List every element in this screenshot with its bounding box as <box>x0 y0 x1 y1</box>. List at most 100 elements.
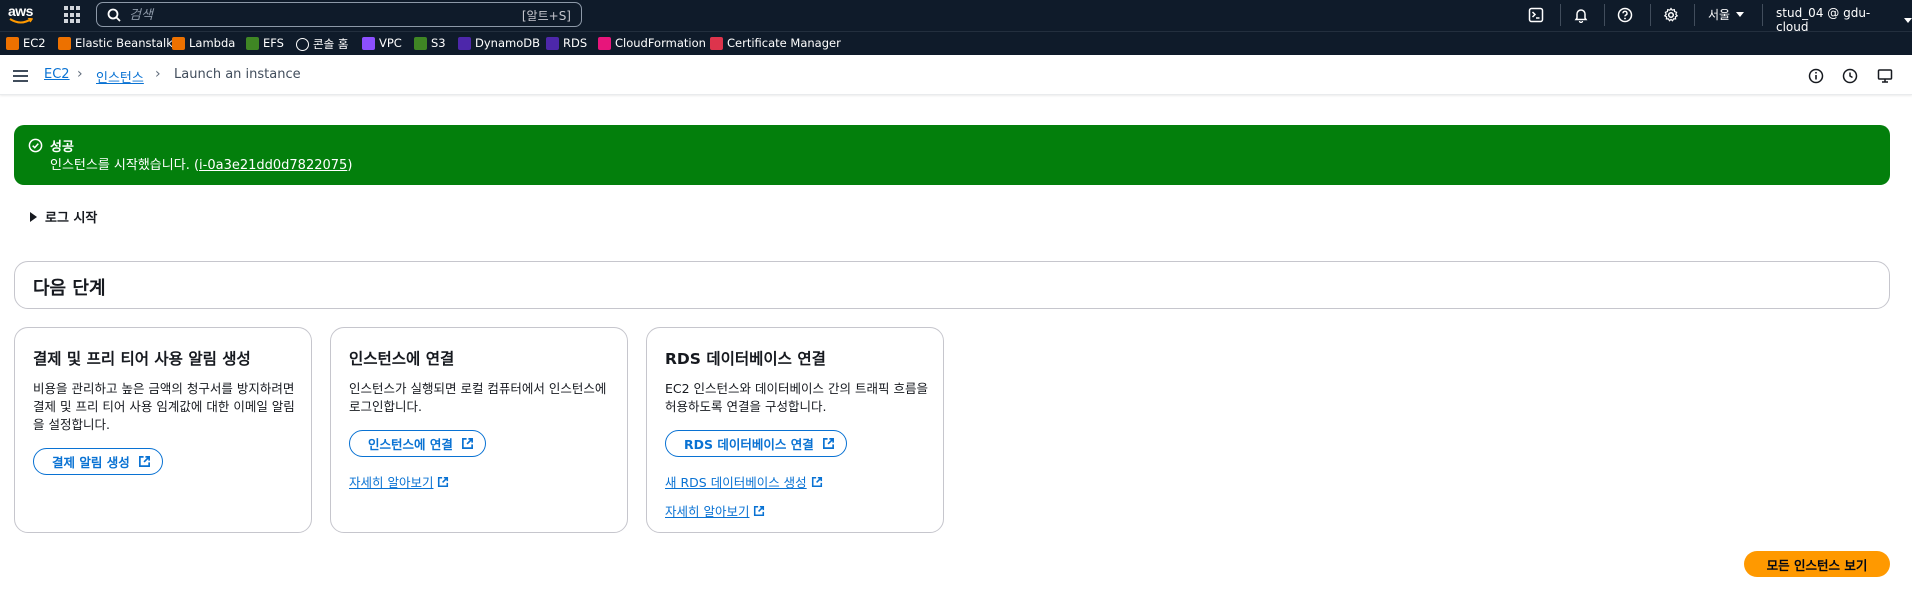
search-icon <box>107 8 121 22</box>
link-label: 자세히 알아보기 <box>665 504 750 519</box>
favorite-elastic-beanstalk[interactable]: Elastic Beanstalk <box>58 36 173 50</box>
efs-icon <box>246 36 259 50</box>
button-label: 인스턴스에 연결 <box>368 437 453 452</box>
external-link-icon <box>438 476 449 487</box>
learn-more-link[interactable]: 자세히 알아보기 <box>349 472 449 491</box>
chevron-right-icon: › <box>155 66 161 82</box>
cloudformation-icon <box>598 36 611 50</box>
next-steps-title: 다음 단계 <box>33 278 106 299</box>
favorite-label: VPC <box>379 36 402 50</box>
card-title: 결제 및 프리 티어 사용 알림 생성 <box>33 350 251 368</box>
card-description: 인스턴스가 실행되면 로컬 컴퓨터에서 인스턴스에 로그인합니다. <box>349 381 607 414</box>
favorite-certificate-manager[interactable]: Certificate Manager <box>710 36 841 50</box>
history-clock-icon[interactable] <box>1841 67 1859 85</box>
external-link-icon <box>811 476 822 487</box>
button-label: 모든 인스턴스 보기 <box>1766 557 1868 573</box>
external-link-icon <box>754 505 765 516</box>
favorite-label: EC2 <box>23 36 46 50</box>
connect-instance-card: 인스턴스에 연결 인스턴스가 실행되면 로컬 컴퓨터에서 인스턴스에 로그인합니… <box>330 327 628 533</box>
button-label: 결제 알림 생성 <box>52 455 130 470</box>
console-home-icon <box>296 37 309 51</box>
notifications-bell-icon[interactable] <box>1571 5 1591 25</box>
favorite-s3[interactable]: S3 <box>414 36 446 50</box>
rds-icon <box>546 36 559 50</box>
favorite-label: CloudFormation <box>615 36 706 50</box>
chevron-down-icon <box>1736 12 1745 17</box>
rds-connect-card: RDS 데이터베이스 연결 EC2 인스턴스와 데이터베이스 간의 트래픽 흐름… <box>646 327 944 533</box>
create-billing-alert-button[interactable]: 결제 알림 생성 <box>33 448 163 475</box>
search-input[interactable] <box>129 6 509 24</box>
external-link-icon <box>461 438 473 449</box>
favorite-label: RDS <box>563 36 588 50</box>
services-menu-icon[interactable] <box>64 6 82 24</box>
search-shortcut-hint: [알트+S] <box>521 9 571 23</box>
button-label: RDS 데이터베이스 연결 <box>684 437 814 452</box>
favorite-lambda[interactable]: Lambda <box>172 36 235 50</box>
favorite-label: 콘솔 홈 <box>313 37 349 51</box>
card-description: EC2 인스턴스와 데이터베이스 간의 트래픽 흐름을 허용하도록 연결을 구성… <box>665 381 928 414</box>
info-icon[interactable] <box>1807 67 1825 85</box>
favorite-dynamodb[interactable]: DynamoDB <box>458 36 540 50</box>
top-navigation: aws [알트+S] 서울 stud_04 @ gdu-cloud <box>0 0 1912 34</box>
search-bar[interactable]: [알트+S] <box>96 2 582 27</box>
settings-gear-icon[interactable] <box>1661 5 1681 25</box>
flash-message: 인스턴스를 시작했습니다. (i-0a3e21dd0d7822075) <box>50 154 352 173</box>
breadcrumb-instances[interactable]: 인스턴스 <box>96 67 144 86</box>
launch-log-expander[interactable]: 로그 시작 <box>30 207 97 226</box>
hamburger-menu-icon[interactable] <box>13 70 28 82</box>
help-icon[interactable] <box>1615 5 1635 25</box>
favorite-console-home[interactable]: 콘솔 홈 <box>296 36 348 52</box>
aws-logo-text: aws <box>8 3 33 19</box>
flash-message-suffix: ) <box>347 158 353 173</box>
instance-id-link[interactable]: i-0a3e21dd0d7822075 <box>199 158 347 173</box>
flash-title: 성공 <box>50 140 74 155</box>
launch-log-label: 로그 시작 <box>45 211 98 226</box>
dynamodb-icon <box>458 36 471 50</box>
favorite-label: DynamoDB <box>475 36 540 50</box>
favorite-ec2[interactable]: EC2 <box>6 36 46 50</box>
connect-instance-button[interactable]: 인스턴스에 연결 <box>349 430 486 457</box>
favorite-cloudformation[interactable]: CloudFormation <box>598 36 706 50</box>
region-selector[interactable]: 서울 <box>1708 6 1745 23</box>
favorite-label: Lambda <box>189 36 236 50</box>
chevron-right-icon: › <box>77 66 83 82</box>
region-label: 서울 <box>1708 8 1731 22</box>
card-title: RDS 데이터베이스 연결 <box>665 350 826 368</box>
elastic-beanstalk-icon <box>58 36 71 50</box>
account-label: stud_04 @ gdu-cloud <box>1776 6 1871 34</box>
favorite-label: Certificate Manager <box>727 36 841 50</box>
billing-alert-card: 결제 및 프리 티어 사용 알림 생성 비용을 관리하고 높은 금액의 청구서를… <box>14 327 312 533</box>
account-menu[interactable]: stud_04 @ gdu-cloud <box>1776 6 1912 34</box>
certificate-manager-icon <box>710 36 723 50</box>
favorites-bar: EC2 Elastic Beanstalk Lambda EFS 콘솔 홈 VPC S3 Dy… <box>0 31 1912 55</box>
ec2-icon <box>6 36 19 50</box>
chevron-down-icon <box>1904 17 1912 23</box>
connect-rds-button[interactable]: RDS 데이터베이스 연결 <box>665 430 847 457</box>
link-label: 자세히 알아보기 <box>349 475 434 490</box>
success-check-icon <box>28 138 43 153</box>
favorite-vpc[interactable]: VPC <box>362 36 402 50</box>
breadcrumb-ec2[interactable]: EC2 <box>44 67 70 82</box>
next-steps-header: 다음 단계 <box>14 261 1890 309</box>
favorite-efs[interactable]: EFS <box>246 36 284 50</box>
cloudshell-icon[interactable] <box>1526 5 1546 25</box>
success-flash-banner: 성공 인스턴스를 시작했습니다. (i-0a3e21dd0d7822075) <box>14 125 1890 185</box>
card-title: 인스턴스에 연결 <box>349 350 455 368</box>
breadcrumb-bar: EC2 › 인스턴스 › Launch an instance <box>0 55 1912 95</box>
view-all-instances-button[interactable]: 모든 인스턴스 보기 <box>1744 551 1890 577</box>
favorite-label: EFS <box>263 36 284 50</box>
flash-message-text: 인스턴스를 시작했습니다. ( <box>50 158 200 173</box>
favorite-label: Elastic Beanstalk <box>75 36 173 50</box>
lambda-icon <box>172 36 185 50</box>
favorite-label: S3 <box>431 36 446 50</box>
breadcrumb-current: Launch an instance <box>174 67 301 82</box>
create-rds-database-link[interactable]: 새 RDS 데이터베이스 생성 <box>665 472 823 491</box>
card-description: 비용을 관리하고 높은 금액의 청구서를 방지하려면 결제 및 프리 티어 사용… <box>33 381 295 432</box>
learn-more-link[interactable]: 자세히 알아보기 <box>665 501 765 520</box>
feedback-screen-icon[interactable] <box>1876 67 1894 85</box>
aws-smile-icon <box>9 18 33 24</box>
external-link-icon <box>822 438 834 449</box>
aws-logo[interactable]: aws <box>6 2 38 28</box>
favorite-rds[interactable]: RDS <box>546 36 587 50</box>
vpc-icon <box>362 36 375 50</box>
